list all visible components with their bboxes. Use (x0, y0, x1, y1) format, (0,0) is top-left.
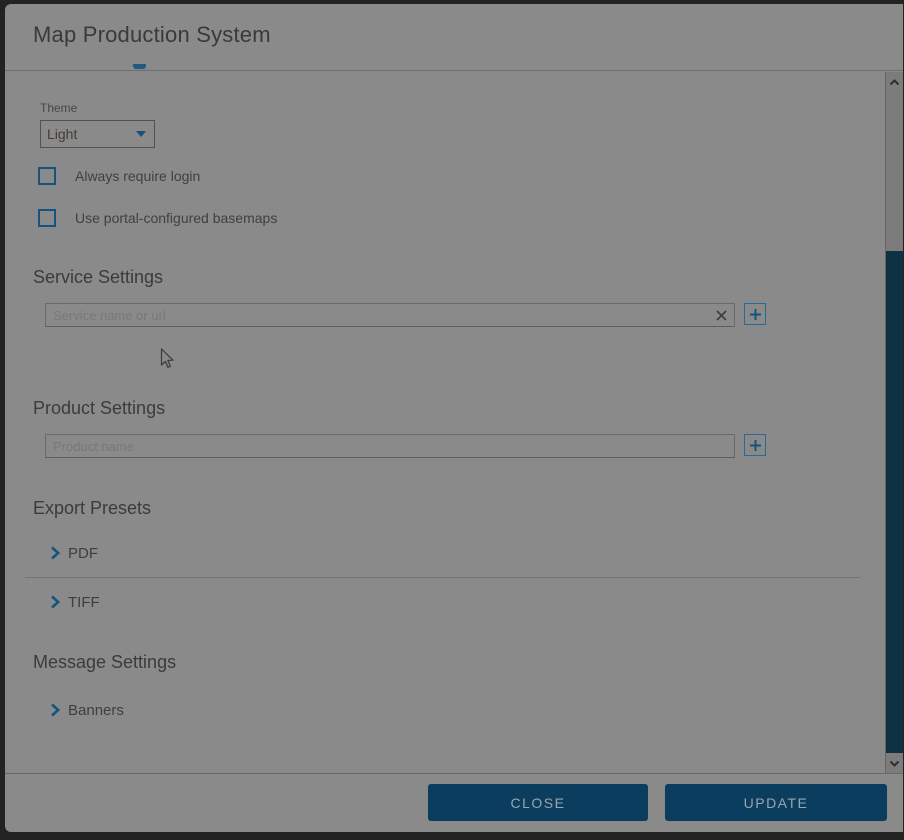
checkbox-row-portal-basemaps: Use portal-configured basemaps (38, 209, 277, 227)
plus-icon (749, 439, 762, 452)
message-settings-label: Banners (68, 702, 124, 719)
service-name-input[interactable] (45, 303, 735, 327)
dialog-content: Theme Light Always require login Use por… (5, 72, 885, 773)
export-preset-row-tiff[interactable]: TIFF (50, 591, 100, 613)
checkbox-label: Use portal-configured basemaps (75, 210, 277, 226)
export-preset-row-pdf[interactable]: PDF (50, 542, 98, 564)
clear-service-input-button[interactable] (713, 307, 729, 323)
settings-dialog: Map Production System Theme Light Always… (5, 4, 903, 832)
portal-basemaps-checkbox[interactable] (38, 209, 56, 227)
dialog-footer: CLOSE UPDATE (5, 773, 903, 832)
chevron-down-icon (889, 760, 900, 767)
vertical-scrollbar[interactable] (885, 72, 903, 773)
service-settings-heading: Service Settings (33, 267, 163, 288)
scroll-down-button[interactable] (886, 755, 903, 771)
checkbox-row-always-require-login: Always require login (38, 167, 200, 185)
theme-select-value: Light (47, 126, 136, 142)
theme-select[interactable]: Light (40, 120, 155, 148)
update-button[interactable]: UPDATE (665, 784, 887, 821)
product-settings-heading: Product Settings (33, 398, 165, 419)
x-clear-icon (715, 309, 728, 322)
plus-icon (749, 308, 762, 321)
product-input-wrap (45, 434, 735, 458)
export-preset-label: PDF (68, 545, 98, 562)
chevron-right-icon (50, 546, 60, 560)
scrollbar-thumb[interactable] (886, 251, 903, 753)
close-button[interactable]: CLOSE (428, 784, 648, 821)
chevron-up-icon (889, 79, 900, 86)
message-settings-heading: Message Settings (33, 652, 176, 673)
divider (25, 577, 860, 578)
add-product-button[interactable] (744, 434, 766, 456)
export-preset-label: TIFF (68, 594, 100, 611)
mouse-cursor-icon (160, 348, 176, 370)
product-name-input[interactable] (45, 434, 735, 458)
add-service-button[interactable] (744, 303, 766, 325)
dialog-header: Map Production System (5, 4, 903, 71)
export-presets-heading: Export Presets (33, 498, 151, 519)
scroll-up-button[interactable] (886, 74, 903, 90)
select-caret-down-icon (136, 131, 146, 137)
checkbox-label: Always require login (75, 168, 200, 184)
chevron-right-icon (50, 595, 60, 609)
clipped-scrolled-content-fragment (133, 64, 146, 69)
always-require-login-checkbox[interactable] (38, 167, 56, 185)
service-input-wrap (45, 303, 735, 327)
chevron-right-icon (50, 703, 60, 717)
dialog-title: Map Production System (33, 22, 271, 48)
theme-label: Theme (40, 101, 77, 115)
message-settings-row-banners[interactable]: Banners (50, 699, 124, 721)
